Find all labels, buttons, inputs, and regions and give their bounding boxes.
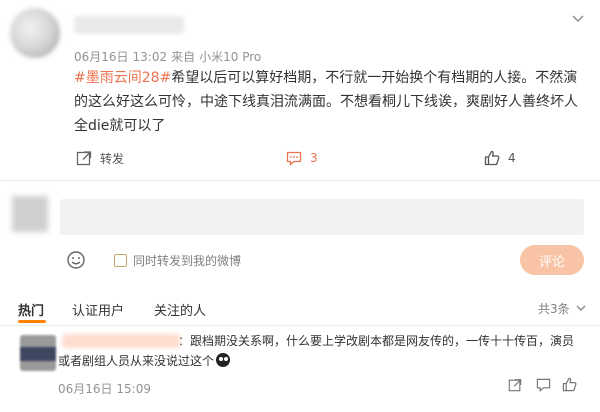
comment-icon[interactable] (536, 378, 551, 392)
tab-following[interactable]: 关注的人 (154, 300, 206, 319)
current-user-avatar (12, 196, 48, 232)
comment-total[interactable]: 共3条 (538, 300, 570, 317)
divider (0, 180, 600, 181)
like-count: 4 (508, 151, 516, 165)
like-button[interactable]: 4 (484, 148, 516, 168)
topic-link[interactable]: #墨雨云间28# (74, 70, 171, 86)
post-time: 13:02 (132, 50, 168, 64)
ghost-emoji-icon (216, 353, 231, 367)
like-icon (484, 150, 500, 166)
post-source[interactable]: 小米10 Pro (199, 50, 261, 64)
post-author-avatar[interactable] (10, 8, 60, 58)
comment-date: 06月16日 (58, 382, 113, 396)
also-forward-label: 同时转发到我的微博 (133, 254, 242, 268)
comment-input[interactable] (60, 199, 584, 235)
post-source-prefix: 来自 (171, 50, 196, 64)
commenter-name-redacted[interactable] (62, 334, 180, 348)
post-author-name-redacted[interactable] (74, 16, 184, 34)
active-tab-indicator (18, 320, 46, 323)
forward-label: 转发 (100, 151, 125, 166)
tab-verified-users[interactable]: 认证用户 (72, 300, 124, 319)
chevron-down-icon[interactable] (576, 304, 586, 312)
comment-time: 15:09 (116, 382, 151, 396)
commenter-avatar[interactable] (20, 335, 56, 371)
submit-comment-button[interactable]: 评论 (520, 245, 584, 275)
like-icon[interactable] (562, 377, 577, 392)
tab-hot[interactable]: 热门 (18, 300, 44, 319)
chevron-down-icon[interactable] (570, 12, 586, 26)
forward-button[interactable]: 转发 (76, 148, 124, 168)
post-meta: 06月16日 13:02 来自 小米10 Pro (74, 48, 265, 65)
emoji-icon[interactable] (66, 250, 86, 270)
also-forward-option[interactable]: 同时转发到我的微博 (114, 252, 241, 269)
forward-icon[interactable] (508, 378, 522, 392)
comment-count: 3 (310, 151, 318, 165)
also-forward-checkbox[interactable] (114, 254, 127, 267)
comment-icon (286, 151, 302, 166)
comment-button[interactable]: 3 (286, 148, 318, 168)
comment-timestamp: 06月16日 15:09 (58, 380, 151, 397)
post-body: #墨雨云间28#希望以后可以算好档期，不行就一开始换个有档期的人接。不然演的这么… (74, 66, 584, 138)
divider (0, 325, 600, 326)
post-date: 06月16日 (74, 50, 129, 64)
forward-icon (76, 151, 92, 166)
